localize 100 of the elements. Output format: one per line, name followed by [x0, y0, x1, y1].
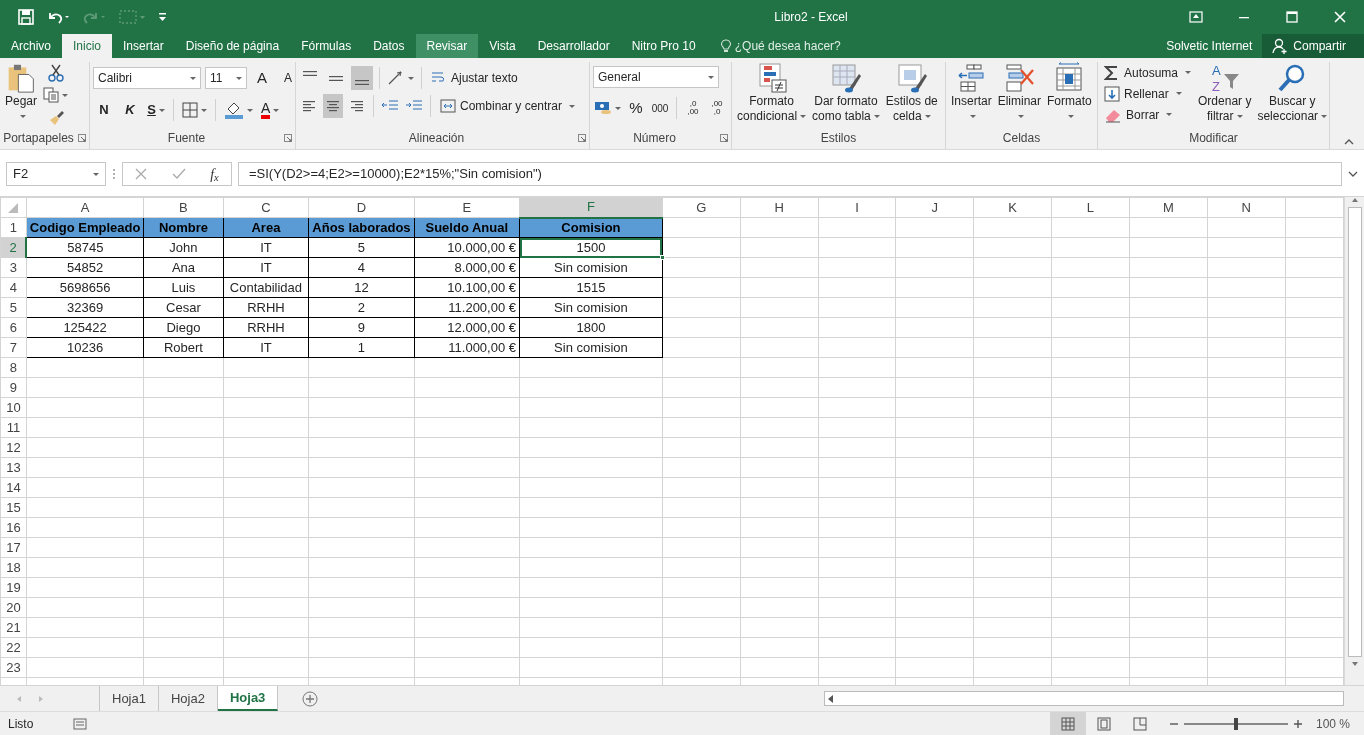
- expand-icon[interactable]: [1348, 171, 1358, 177]
- zoom-level[interactable]: 100 %: [1315, 714, 1350, 733]
- wrap-text-button[interactable]: Ajustar texto: [428, 67, 521, 89]
- insert-button[interactable]: Insertar: [949, 62, 994, 128]
- row-header[interactable]: 9: [0, 377, 27, 398]
- cell-styles-button[interactable]: Estilos de celda: [883, 62, 940, 128]
- bold-button[interactable]: N: [93, 98, 115, 122]
- find-select-button[interactable]: Buscar y seleccionar: [1255, 62, 1330, 128]
- column-header[interactable]: I: [818, 197, 896, 218]
- vertical-align-button[interactable]: [351, 66, 373, 90]
- scroll-down-icon[interactable]: [1350, 661, 1359, 667]
- decrease-decimal-button[interactable]: ,00 ,0: [707, 96, 727, 120]
- row-header[interactable]: 18: [0, 557, 27, 578]
- ribbon-tab[interactable]: Archivo: [0, 34, 62, 58]
- format-as-table-button[interactable]: Dar formato como tabla: [810, 62, 882, 128]
- ribbon-tab[interactable]: Fórmulas: [290, 34, 363, 58]
- row-header[interactable]: 19: [0, 577, 27, 598]
- clear-button[interactable]: Borrar: [1101, 104, 1195, 125]
- column-header[interactable]: H: [740, 197, 819, 218]
- ribbon-tab[interactable]: Desarrollador: [526, 34, 621, 58]
- number-format-field[interactable]: General: [593, 66, 719, 88]
- font-field[interactable]: Calibri: [93, 67, 201, 89]
- row-header[interactable]: 17: [0, 537, 27, 558]
- row-header[interactable]: 12: [0, 437, 27, 458]
- italic-button[interactable]: K: [119, 98, 141, 122]
- increase-decimal-button[interactable]: ,0 ,00: [683, 96, 703, 120]
- collapse-ribbon-icon[interactable]: [1344, 139, 1354, 145]
- maximize-icon[interactable]: [1286, 11, 1298, 23]
- column-header[interactable]: K: [973, 197, 1052, 218]
- grow-font-button[interactable]: A: [251, 66, 273, 90]
- row-header[interactable]: 4: [0, 277, 27, 298]
- ribbon-display-icon[interactable]: [1189, 11, 1203, 23]
- row-header[interactable]: 21: [0, 617, 27, 638]
- column-header[interactable]: A: [26, 197, 144, 218]
- row-header[interactable]: 8: [0, 357, 27, 378]
- row-header[interactable]: 22: [0, 637, 27, 658]
- horizontal-align-button[interactable]: [323, 94, 343, 118]
- row-header[interactable]: 5: [0, 297, 27, 318]
- column-header[interactable]: D: [308, 197, 415, 218]
- thousands-button[interactable]: 000: [650, 96, 670, 120]
- underline-button[interactable]: S: [145, 98, 167, 122]
- save-icon[interactable]: [18, 9, 34, 25]
- column-header[interactable]: C: [223, 197, 309, 218]
- view-button[interactable]: [1049, 711, 1086, 735]
- column-header[interactable]: F: [519, 197, 663, 218]
- formula-field[interactable]: =SI(Y(D2>=4;E2>=10000);E2*15%;"Sin comision"): [238, 162, 1342, 186]
- delete-button[interactable]: Eliminar: [995, 62, 1044, 128]
- column-header[interactable]: J: [895, 197, 974, 218]
- row-header[interactable]: 7: [0, 337, 27, 358]
- row-header[interactable]: 6: [0, 317, 27, 338]
- ribbon-tab[interactable]: Insertar: [112, 34, 175, 58]
- row-header[interactable]: 3: [0, 257, 27, 278]
- sort-filter-button[interactable]: A Z Ordenar y filtrar: [1196, 62, 1254, 128]
- name-box[interactable]: F2: [6, 162, 106, 186]
- lightbulb-icon[interactable]: [720, 39, 731, 53]
- row-header[interactable]: 16: [0, 517, 27, 538]
- column-header[interactable]: L: [1051, 197, 1130, 218]
- row-header[interactable]: 1: [0, 217, 27, 238]
- row-header[interactable]: 10: [0, 397, 27, 418]
- row-header[interactable]: 20: [0, 597, 27, 618]
- ribbon-tab[interactable]: Vista: [478, 34, 527, 58]
- autosum-button[interactable]: Autosuma: [1101, 62, 1195, 83]
- ribbon-tab[interactable]: Revisar: [415, 34, 479, 58]
- user-name[interactable]: Solvetic Internet: [1166, 34, 1263, 58]
- dialog-launcher-icon[interactable]: [720, 134, 728, 142]
- shrink-font-button[interactable]: A: [277, 66, 299, 90]
- dialog-launcher-icon[interactable]: [578, 134, 586, 142]
- cancel-icon[interactable]: [135, 168, 148, 180]
- tell-me-link[interactable]: ¿Qué desea hacer?: [734, 37, 841, 55]
- merge-center-button[interactable]: Combinar y centrar: [437, 95, 579, 117]
- close-icon[interactable]: [1334, 11, 1346, 23]
- add-sheet-icon[interactable]: [302, 690, 319, 707]
- enter-icon[interactable]: [171, 168, 186, 180]
- format-button[interactable]: Formato: [1045, 62, 1094, 128]
- ribbon-tab[interactable]: Nitro Pro 10: [620, 34, 707, 58]
- ribbon-tab[interactable]: Inicio: [62, 34, 113, 58]
- zoom-in-icon[interactable]: [1293, 719, 1302, 728]
- row-header[interactable]: 13: [0, 457, 27, 478]
- share-button[interactable]: Compartir: [1262, 34, 1364, 58]
- dialog-launcher-icon[interactable]: [284, 134, 292, 142]
- dialog-launcher-icon[interactable]: [78, 134, 86, 142]
- row-header[interactable]: 15: [0, 497, 27, 518]
- percent-button[interactable]: %: [626, 96, 646, 120]
- column-header[interactable]: G: [662, 197, 741, 218]
- ribbon-tab[interactable]: Diseño de página: [174, 34, 291, 58]
- column-header[interactable]: N: [1207, 197, 1286, 218]
- row-header[interactable]: 11: [0, 417, 27, 438]
- scroll-up-icon[interactable]: [1350, 197, 1359, 203]
- customize-icon[interactable]: [158, 12, 168, 22]
- row-header[interactable]: 2: [0, 237, 27, 258]
- font-size-field[interactable]: 11: [205, 67, 247, 89]
- insert-function-button[interactable]: f$_{x}$: [210, 163, 219, 185]
- conditional-format-button[interactable]: Formato condicional: [735, 62, 809, 128]
- row-header[interactable]: 23: [0, 657, 27, 678]
- row-header[interactable]: 14: [0, 477, 27, 498]
- font-color-button[interactable]: A: [259, 98, 282, 122]
- fill-button[interactable]: Rellenar: [1101, 83, 1195, 104]
- column-header[interactable]: M: [1129, 197, 1208, 218]
- paste-button[interactable]: Pegar: [3, 62, 40, 128]
- column-header[interactable]: B: [143, 197, 224, 218]
